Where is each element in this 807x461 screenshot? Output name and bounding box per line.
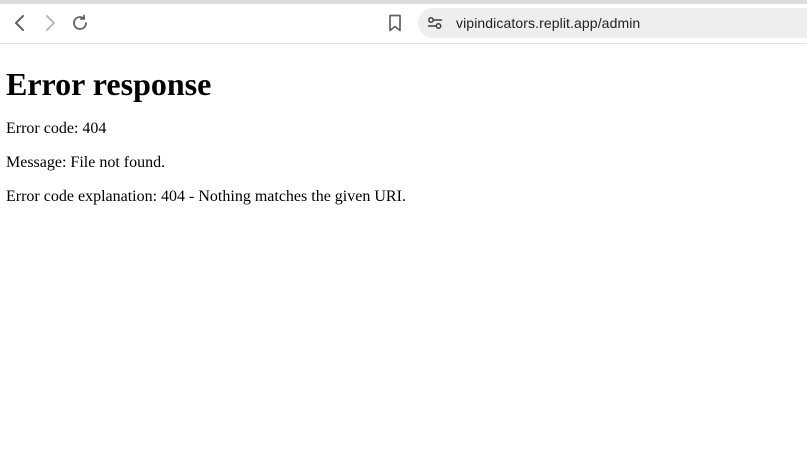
page-content: Error response Error code: 404 Message: … [6,44,796,206]
chevron-left-icon [15,15,24,31]
browser-toolbar: vipindicators.replit.app/admin [0,4,807,44]
error-message-text: Message: File not found. [6,154,166,171]
url-text[interactable]: vipindicators.replit.app/admin [456,15,640,31]
tune-icon [427,17,443,29]
site-settings-button[interactable] [426,14,444,32]
address-bar[interactable]: vipindicators.replit.app/admin [418,8,807,38]
chevron-right-icon [46,15,55,31]
reload-button[interactable] [67,10,93,36]
bookmark-button[interactable] [382,10,408,36]
error-code-text: Error code: 404 [6,120,107,137]
reload-icon [73,14,87,30]
back-button[interactable] [7,10,33,36]
page-title: Error response [6,66,212,102]
bookmark-icon [389,14,401,32]
forward-button[interactable] [37,10,63,36]
error-explanation-text: Error code explanation: 404 - Nothing ma… [6,188,406,205]
